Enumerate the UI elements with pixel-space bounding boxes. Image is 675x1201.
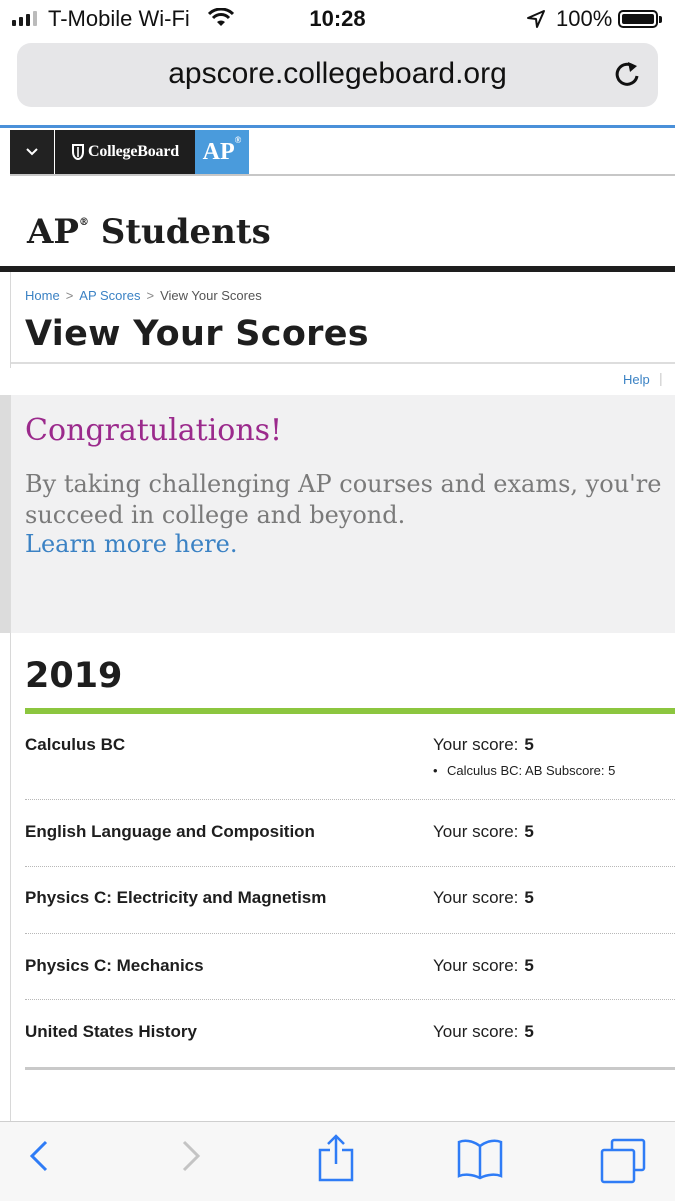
content-frame-edge [0, 272, 11, 368]
acorn-icon [72, 144, 84, 160]
exam-name: English Language and Composition [25, 822, 315, 841]
exam-score: Your score: 5 [433, 1022, 534, 1041]
bookmarks-icon[interactable] [456, 1138, 504, 1180]
exam-subscore: Calculus BC: AB Subscore: 5 [433, 763, 615, 778]
status-bar: T-Mobile Wi-Fi 10:28 100% [0, 0, 675, 38]
exam-name: Calculus BC [25, 735, 126, 754]
ap-logo[interactable]: AP® [195, 130, 249, 174]
battery-percent: 100% [556, 6, 613, 31]
breadcrumb-ap-scores[interactable]: AP Scores [79, 288, 140, 303]
exam-score: Your score: 5 [433, 956, 534, 975]
row-divider [25, 866, 675, 867]
exam-name: Physics C: Electricity and Magnetism [25, 888, 327, 907]
collegeboard-header: CollegeBoard AP® [10, 130, 675, 176]
site-title[interactable]: AP® Students [27, 212, 271, 252]
collegeboard-logo[interactable]: CollegeBoard [55, 130, 195, 174]
learn-more-link[interactable]: Learn more here. [25, 530, 237, 558]
exam-name: United States History [25, 1022, 197, 1041]
exam-name: Physics C: Mechanics [25, 956, 204, 975]
row-divider [25, 933, 675, 934]
row-divider [25, 999, 675, 1000]
row-divider [25, 799, 675, 800]
tabs-icon[interactable] [600, 1138, 648, 1184]
exam-score: Your score: 5 [433, 888, 534, 907]
reload-icon[interactable] [612, 58, 644, 90]
browser-toolbar [0, 1121, 675, 1201]
page-title: View Your Scores [25, 314, 369, 354]
help-link[interactable]: Help [623, 372, 650, 387]
title-divider [11, 362, 675, 364]
breadcrumb-home[interactable]: Home [25, 288, 60, 303]
congratulations-heading: Congratulations! [25, 413, 283, 448]
exam-score: Your score: 5 [433, 735, 534, 754]
collegeboard-wordmark: CollegeBoard [88, 143, 179, 160]
url-text[interactable]: apscore.collegeboard.org [17, 57, 658, 91]
share-icon[interactable] [316, 1132, 356, 1182]
exam-score: Your score: 5 [433, 822, 534, 841]
battery-icon [618, 10, 662, 28]
chevron-down-icon [26, 148, 38, 156]
scores-end-rule [25, 1067, 675, 1070]
header-divider [0, 266, 675, 272]
breadcrumb: Home > AP Scores > View Your Scores [25, 288, 262, 303]
page-load-bar [0, 125, 675, 128]
menu-toggle[interactable] [10, 130, 54, 174]
score-year: 2019 [25, 656, 123, 696]
help-separator: | [659, 370, 663, 386]
breadcrumb-current: View Your Scores [160, 288, 262, 303]
year-divider [25, 708, 675, 714]
address-bar[interactable]: apscore.collegeboard.org [17, 43, 658, 107]
location-arrow-icon [527, 10, 545, 28]
congratulations-message: By taking challenging AP courses and exa… [25, 470, 662, 529]
back-icon[interactable] [26, 1136, 52, 1176]
forward-icon[interactable] [178, 1136, 204, 1176]
congratulations-panel: Congratulations! By taking challenging A… [0, 395, 675, 633]
content-frame-edge-lower [0, 633, 11, 1121]
